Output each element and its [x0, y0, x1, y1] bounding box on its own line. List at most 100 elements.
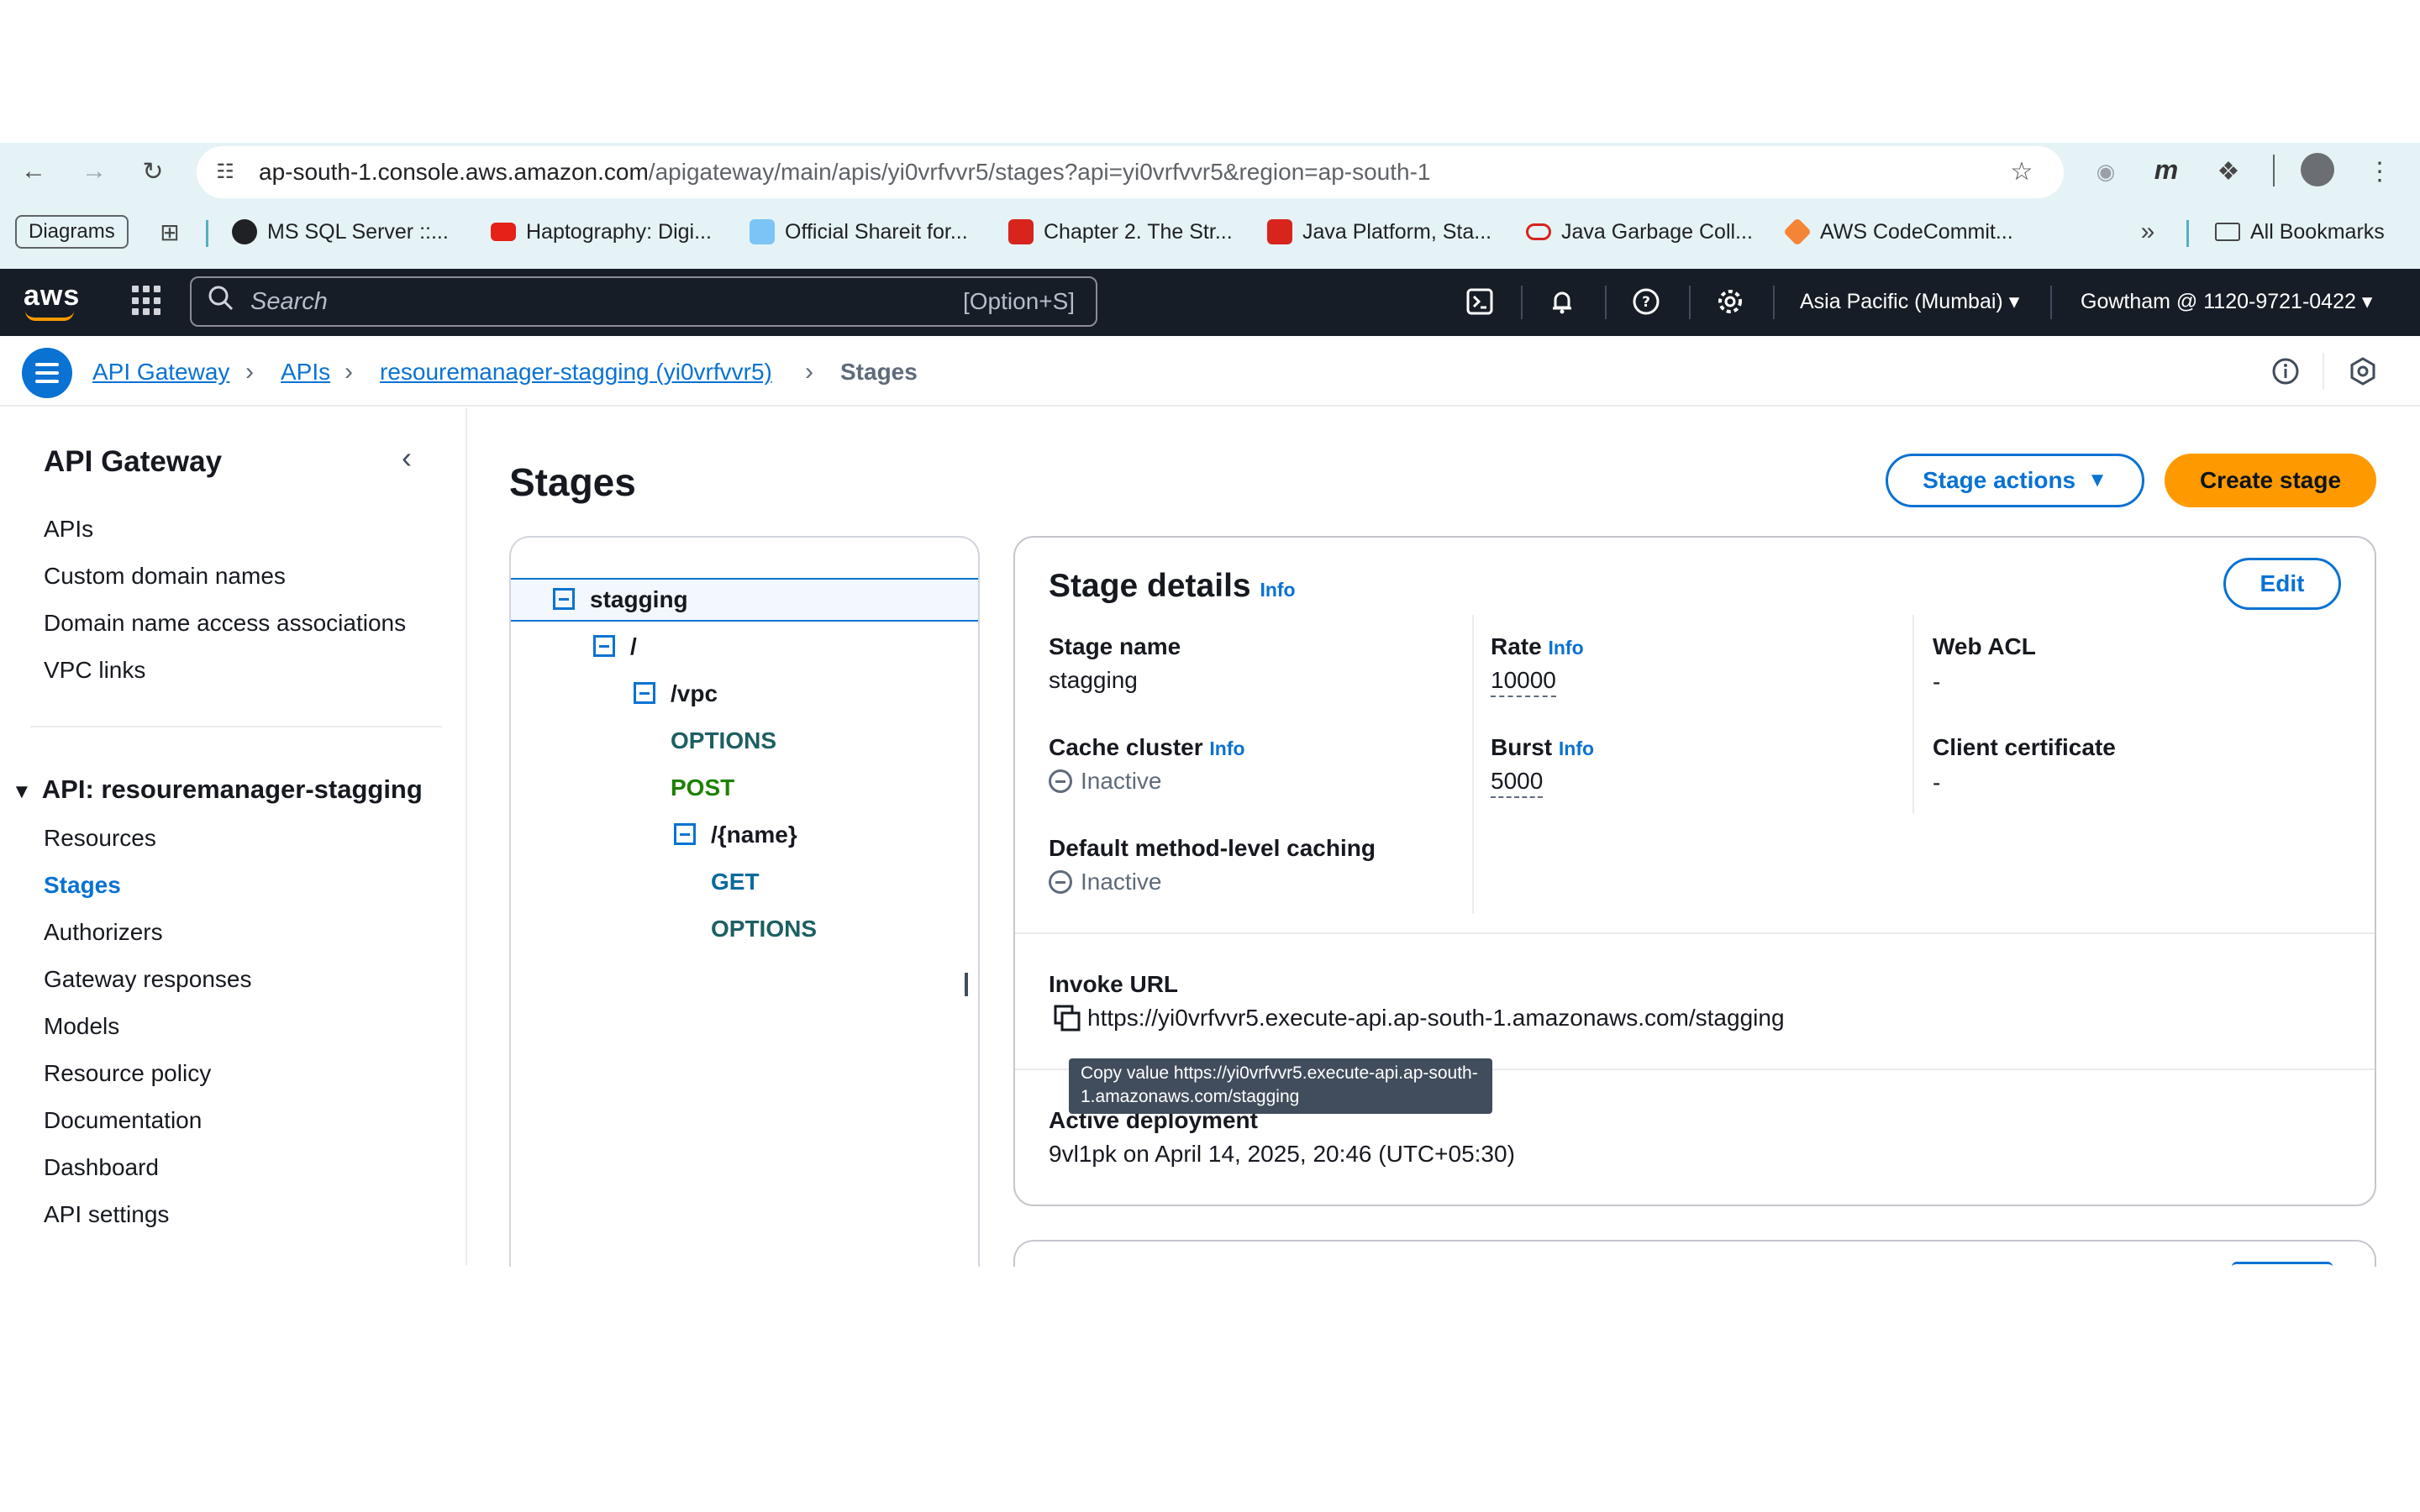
info-icon[interactable] — [2270, 356, 2301, 386]
tree-node-root[interactable]: / — [630, 630, 637, 664]
breadcrumb-apis[interactable]: APIs — [281, 355, 330, 389]
cloudshell-icon[interactable] — [1460, 282, 1499, 321]
breadcrumb-api[interactable]: resouremanager-stagging (yi0vrfvvr5) — [380, 355, 772, 389]
breadcrumb-api-gateway[interactable]: API Gateway — [92, 355, 229, 389]
tree-method-get[interactable]: GET — [711, 865, 760, 899]
star-icon[interactable]: ☆ — [2003, 153, 2040, 190]
collapse-chevron-icon[interactable]: ‹ — [402, 440, 412, 475]
active-deployment-value: 9vl1pk on April 14, 2025, 20:46 (UTC+05:… — [1049, 1141, 1515, 1167]
sidebar-item-domain-name-access[interactable]: Domain name access associations — [44, 606, 406, 640]
more-bookmarks-icon[interactable]: » — [2129, 213, 2166, 250]
stage-actions-button[interactable]: Stage actions ▼ — [1886, 454, 2144, 507]
info-link[interactable]: Info — [1209, 738, 1244, 759]
sidebar-item-models[interactable]: Models — [44, 1010, 119, 1043]
back-icon[interactable]: ← — [15, 153, 52, 190]
tree-method-options[interactable]: OPTIONS — [711, 912, 817, 946]
rate-value[interactable]: 10000 — [1491, 665, 1556, 697]
sidebar-item-vpc-links[interactable]: VPC links — [44, 654, 145, 687]
bookmarks-divider — [2186, 220, 2189, 247]
panel-resize-handle[interactable] — [965, 973, 968, 996]
card-title: Stage details Info — [1049, 568, 1296, 604]
web-acl-value: - — [1933, 669, 1941, 695]
oracle-icon — [1267, 219, 1292, 244]
sidebar-item-authorizers[interactable]: Authorizers — [44, 916, 163, 949]
nav-divider — [1521, 286, 1523, 319]
search-shortcut: [Option+S] — [963, 288, 1076, 314]
collapse-toggle-icon[interactable] — [674, 823, 696, 845]
settings-hexagon-icon[interactable] — [2348, 356, 2378, 386]
column-divider — [1472, 615, 1474, 914]
sidebar-item-stages[interactable]: Stages — [44, 869, 121, 902]
search-placeholder: Search — [250, 288, 328, 315]
gear-icon[interactable] — [1711, 282, 1749, 321]
invoke-url-value[interactable]: https://yi0vrfvvr5.execute-api.ap-south-… — [1087, 1001, 1785, 1035]
kebab-menu-icon[interactable]: ⋮ — [2361, 153, 2398, 190]
tree-method-options[interactable]: OPTIONS — [671, 724, 776, 758]
sidebar-item-gateway-responses[interactable]: Gateway responses — [44, 963, 251, 996]
camera-icon[interactable]: ◉ — [2087, 153, 2124, 190]
help-icon[interactable]: ? — [1627, 282, 1665, 321]
all-bookmarks[interactable]: All Bookmarks — [2215, 215, 2385, 249]
chevron-right-icon: › — [805, 358, 813, 386]
sidebar-item-documentation[interactable]: Documentation — [44, 1104, 202, 1137]
info-link[interactable]: Info — [1548, 637, 1583, 659]
url-text[interactable]: ap-south-1.console.aws.amazon.com/apigat… — [259, 155, 1431, 190]
page-bottom — [0, 1267, 2420, 1512]
bookmark-item[interactable]: MS SQL Server ::... — [232, 215, 449, 249]
bookmark-item[interactable]: Haptography: Digi... — [491, 215, 712, 249]
services-grid-icon[interactable] — [132, 286, 162, 316]
forward-icon[interactable]: → — [76, 153, 113, 190]
edit-button[interactable]: Edit — [2223, 558, 2341, 610]
sidebar-item-resource-policy[interactable]: Resource policy — [44, 1057, 211, 1090]
inactive-status-icon — [1049, 769, 1072, 793]
bookmark-item[interactable]: Java Platform, Sta... — [1267, 215, 1491, 249]
caret-down-icon: ▾ — [2361, 290, 2373, 313]
collapse-toggle-icon[interactable] — [593, 635, 615, 657]
shareit-icon — [750, 219, 775, 244]
sidebar-api-section[interactable]: ▼ API: resouremanager-stagging — [12, 771, 423, 811]
bookmarks-divider — [206, 220, 208, 247]
copy-icon[interactable] — [1054, 1005, 1082, 1033]
breadcrumb-bar — [0, 336, 2420, 407]
tree-node-name[interactable]: /{name} — [711, 818, 797, 852]
info-link[interactable]: Info — [1559, 738, 1594, 759]
hamburger-menu-icon[interactable] — [22, 348, 72, 398]
bell-icon[interactable] — [1543, 282, 1581, 321]
bookmark-item[interactable]: Chapter 2. The Str... — [1008, 215, 1233, 249]
stage-name-value: stagging — [1049, 667, 1138, 693]
profile-avatar[interactable] — [2299, 151, 2336, 188]
region-selector[interactable]: Asia Pacific (Mumbai) ▾ — [1800, 286, 2019, 317]
bookmark-diagrams[interactable]: Diagrams — [15, 215, 129, 249]
tree-selected-row[interactable] — [511, 578, 978, 622]
site-settings-icon[interactable]: ☷ — [207, 153, 244, 190]
sidebar-item-apis[interactable]: APIs — [44, 512, 93, 546]
info-link[interactable]: Info — [1260, 579, 1295, 601]
bookmark-item[interactable]: Official Shareit for... — [750, 215, 968, 249]
create-stage-button[interactable]: Create stage — [2165, 454, 2376, 507]
aws-logo-smile — [25, 311, 74, 321]
collapse-toggle-icon[interactable] — [634, 682, 655, 704]
breadcrumb-divider — [2323, 353, 2324, 390]
apps-grid-icon[interactable]: ⊞ — [151, 213, 188, 250]
nav-divider — [1773, 286, 1775, 319]
collapse-toggle-icon[interactable] — [553, 588, 575, 610]
burst-value[interactable]: 5000 — [1491, 766, 1544, 798]
tree-node-stage[interactable]: stagging — [590, 583, 688, 617]
sidebar-item-dashboard[interactable]: Dashboard — [44, 1151, 159, 1184]
nav-divider — [1689, 286, 1691, 319]
sidebar-item-api-settings[interactable]: API settings — [44, 1198, 169, 1231]
bookmark-item[interactable]: AWS CodeCommit... — [1783, 215, 2013, 249]
puzzle-icon[interactable]: ❖ — [2210, 153, 2247, 190]
aws-logo[interactable]: aws — [24, 280, 80, 312]
sidebar-item-custom-domain-names[interactable]: Custom domain names — [44, 559, 286, 593]
extension-m-icon[interactable]: m — [2148, 151, 2185, 188]
reload-icon[interactable]: ↻ — [134, 153, 171, 190]
account-menu[interactable]: Gowtham @ 1120-9721-0422 ▾ — [2081, 286, 2372, 317]
cache-cluster-label: Cache cluster Info — [1049, 734, 1245, 760]
sidebar-title: API Gateway — [44, 445, 223, 478]
bookmark-item[interactable]: Java Garbage Coll... — [1526, 215, 1753, 249]
tree-method-post[interactable]: POST — [671, 771, 734, 805]
tree-node-vpc[interactable]: /vpc — [671, 677, 718, 711]
copy-tooltip: Copy value https://yi0vrfvvr5.execute-ap… — [1069, 1058, 1492, 1114]
sidebar-item-resources[interactable]: Resources — [44, 822, 156, 855]
